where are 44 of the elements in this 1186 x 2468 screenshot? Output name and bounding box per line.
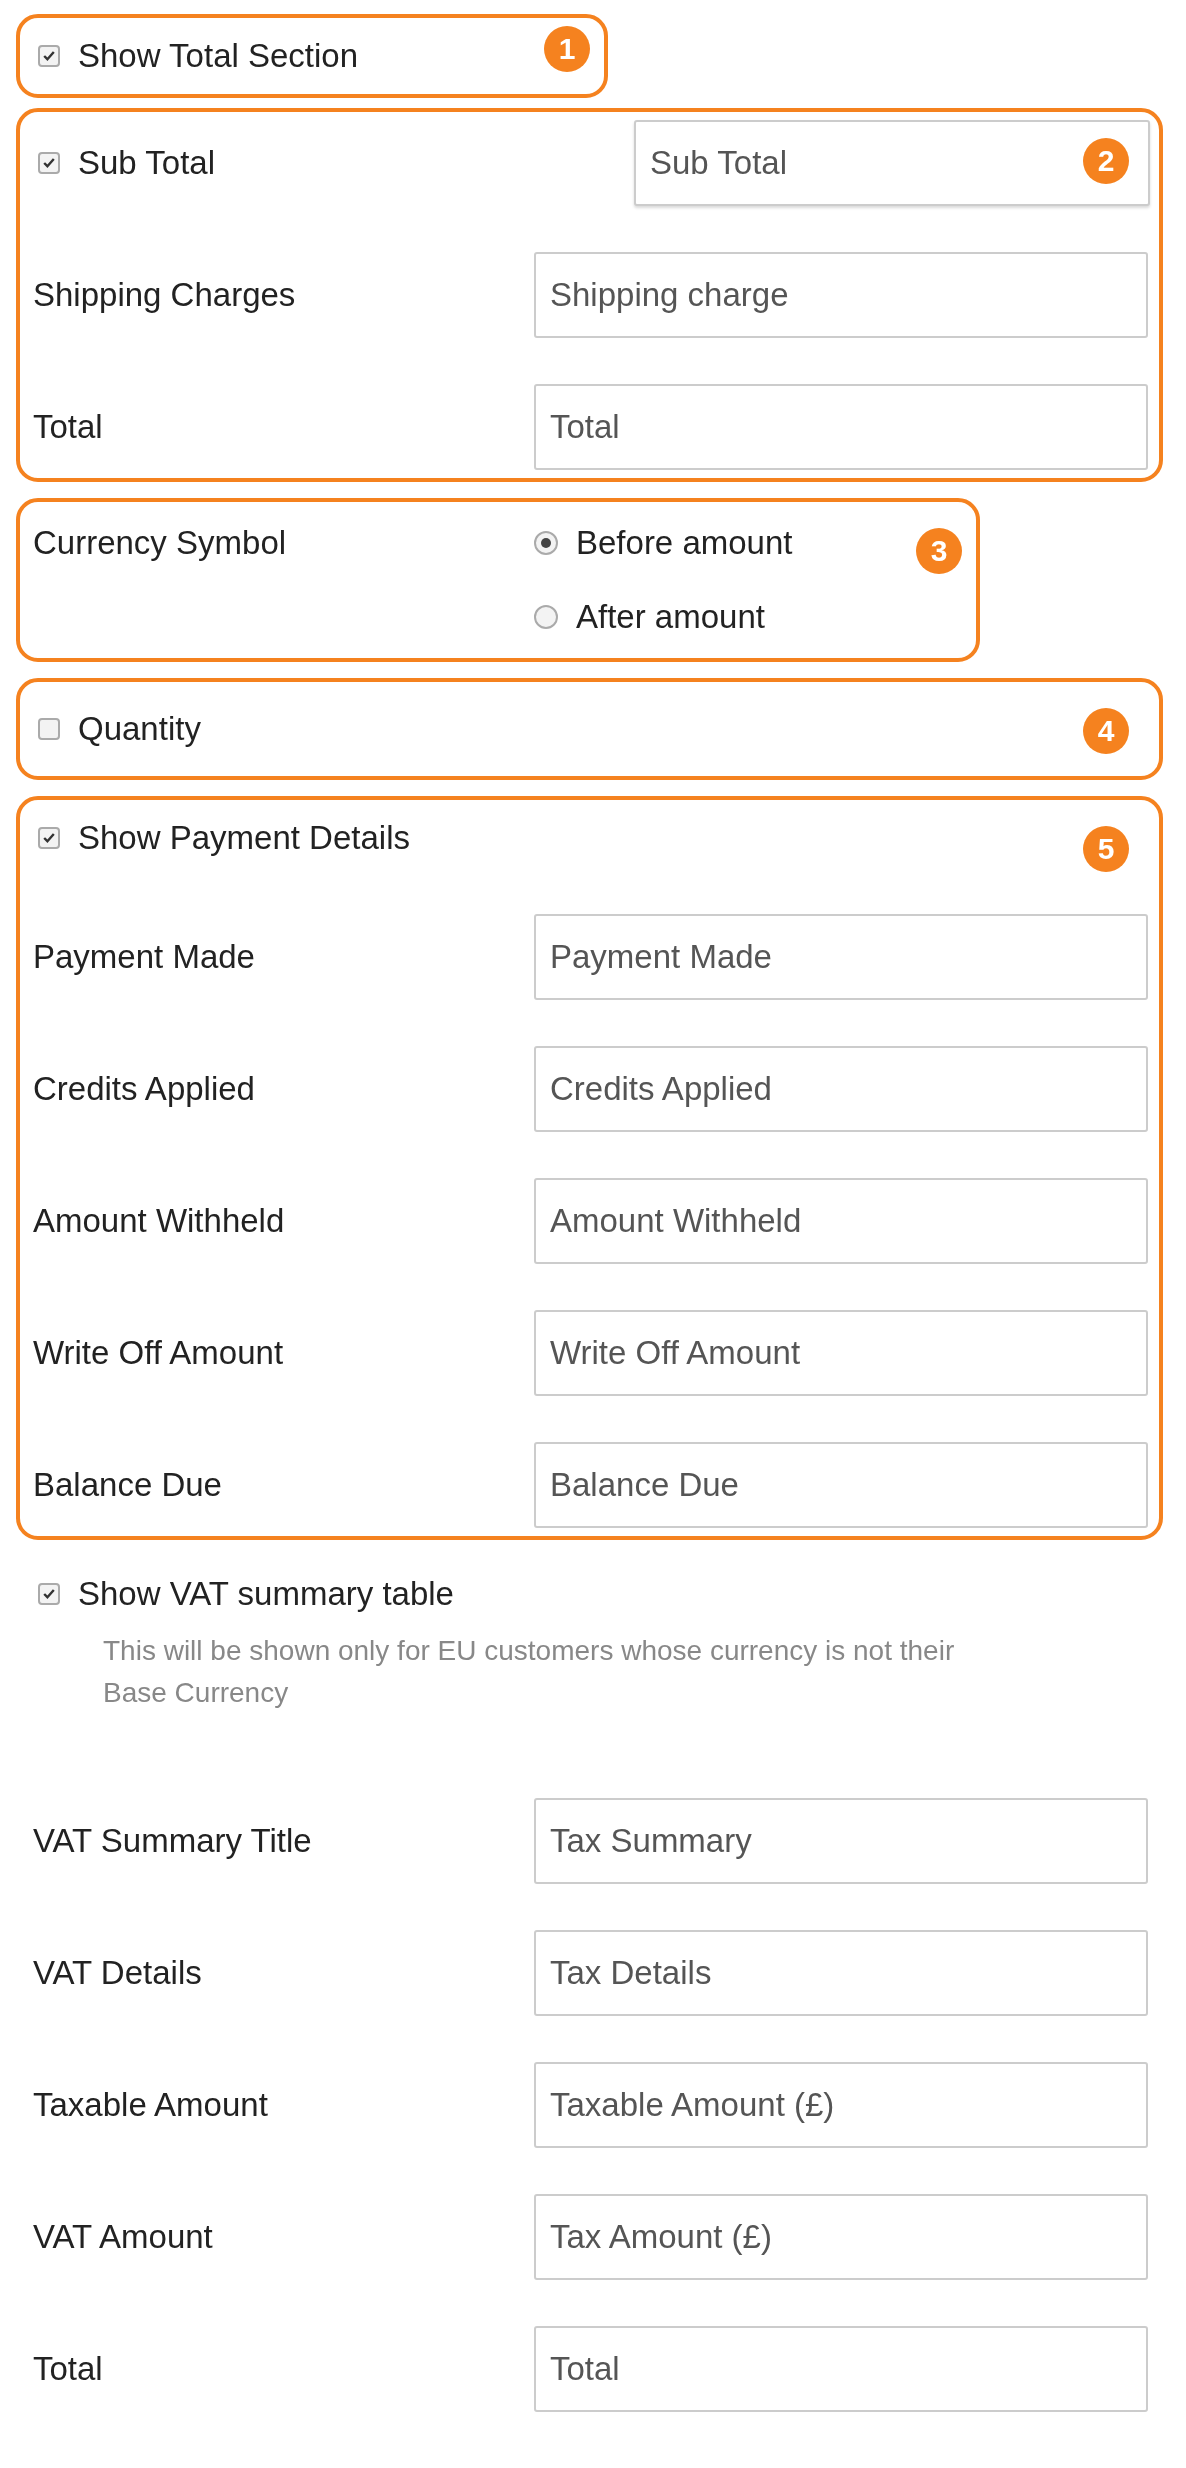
help-text: This will be shown only for EU customers whose currency is not their Base Currency	[103, 1634, 956, 1710]
input-field[interactable]: Total	[534, 2326, 1148, 2412]
number-badge: 1	[544, 26, 590, 72]
radio-label: Before amount	[576, 524, 793, 562]
checkbox[interactable]	[38, 827, 60, 849]
input-field[interactable]: Taxable Amount (£)	[534, 2062, 1148, 2148]
input-field[interactable]: Total	[534, 384, 1148, 470]
number-badge: 4	[1083, 708, 1129, 754]
input-field[interactable]: Shipping charge	[534, 252, 1148, 338]
radio-button[interactable]	[534, 605, 558, 629]
checkbox-label: Show Total Section	[78, 37, 359, 75]
input-field[interactable]: Balance Due	[534, 1442, 1148, 1528]
field-label: Credits Applied	[33, 1070, 256, 1108]
radio-button[interactable]	[534, 531, 558, 555]
checkbox[interactable]	[38, 718, 60, 740]
field-label: VAT Summary Title	[33, 1822, 313, 1860]
field-label: VAT Amount	[33, 2218, 214, 2256]
field-label: Currency Symbol	[33, 523, 288, 563]
checkbox-label: Quantity	[78, 710, 201, 748]
field-label: Shipping Charges	[33, 276, 297, 314]
input-field[interactable]: Write Off Amount	[534, 1310, 1148, 1396]
field-label: Total	[33, 408, 104, 446]
checkbox-label: Show VAT summary table	[78, 1575, 454, 1613]
field-label: Balance Due	[33, 1466, 223, 1504]
input-field[interactable]: Payment Made	[534, 914, 1148, 1000]
checkbox-label: Show Payment Details	[78, 819, 410, 857]
number-badge: 3	[916, 528, 962, 574]
field-label: Payment Made	[33, 938, 256, 976]
checkbox-label: Sub Total	[78, 144, 215, 182]
field-label: Taxable Amount	[33, 2086, 269, 2124]
input-field[interactable]: Credits Applied	[534, 1046, 1148, 1132]
input-field[interactable]: Amount Withheld	[534, 1178, 1148, 1264]
field-label: Write Off Amount	[33, 1334, 285, 1372]
number-badge: 5	[1083, 826, 1129, 872]
field-label: VAT Details	[33, 1954, 203, 1992]
input-field[interactable]: Tax Summary	[534, 1798, 1148, 1884]
field-label: Amount Withheld	[33, 1202, 286, 1240]
input-field[interactable]: Tax Details	[534, 1930, 1148, 2016]
checkbox[interactable]	[38, 152, 60, 174]
input-field[interactable]: Tax Amount (£)	[534, 2194, 1148, 2280]
checkbox[interactable]	[38, 45, 60, 67]
field-label: Total	[33, 2350, 104, 2388]
radio-label: After amount	[576, 598, 765, 636]
checkbox[interactable]	[38, 1583, 60, 1605]
